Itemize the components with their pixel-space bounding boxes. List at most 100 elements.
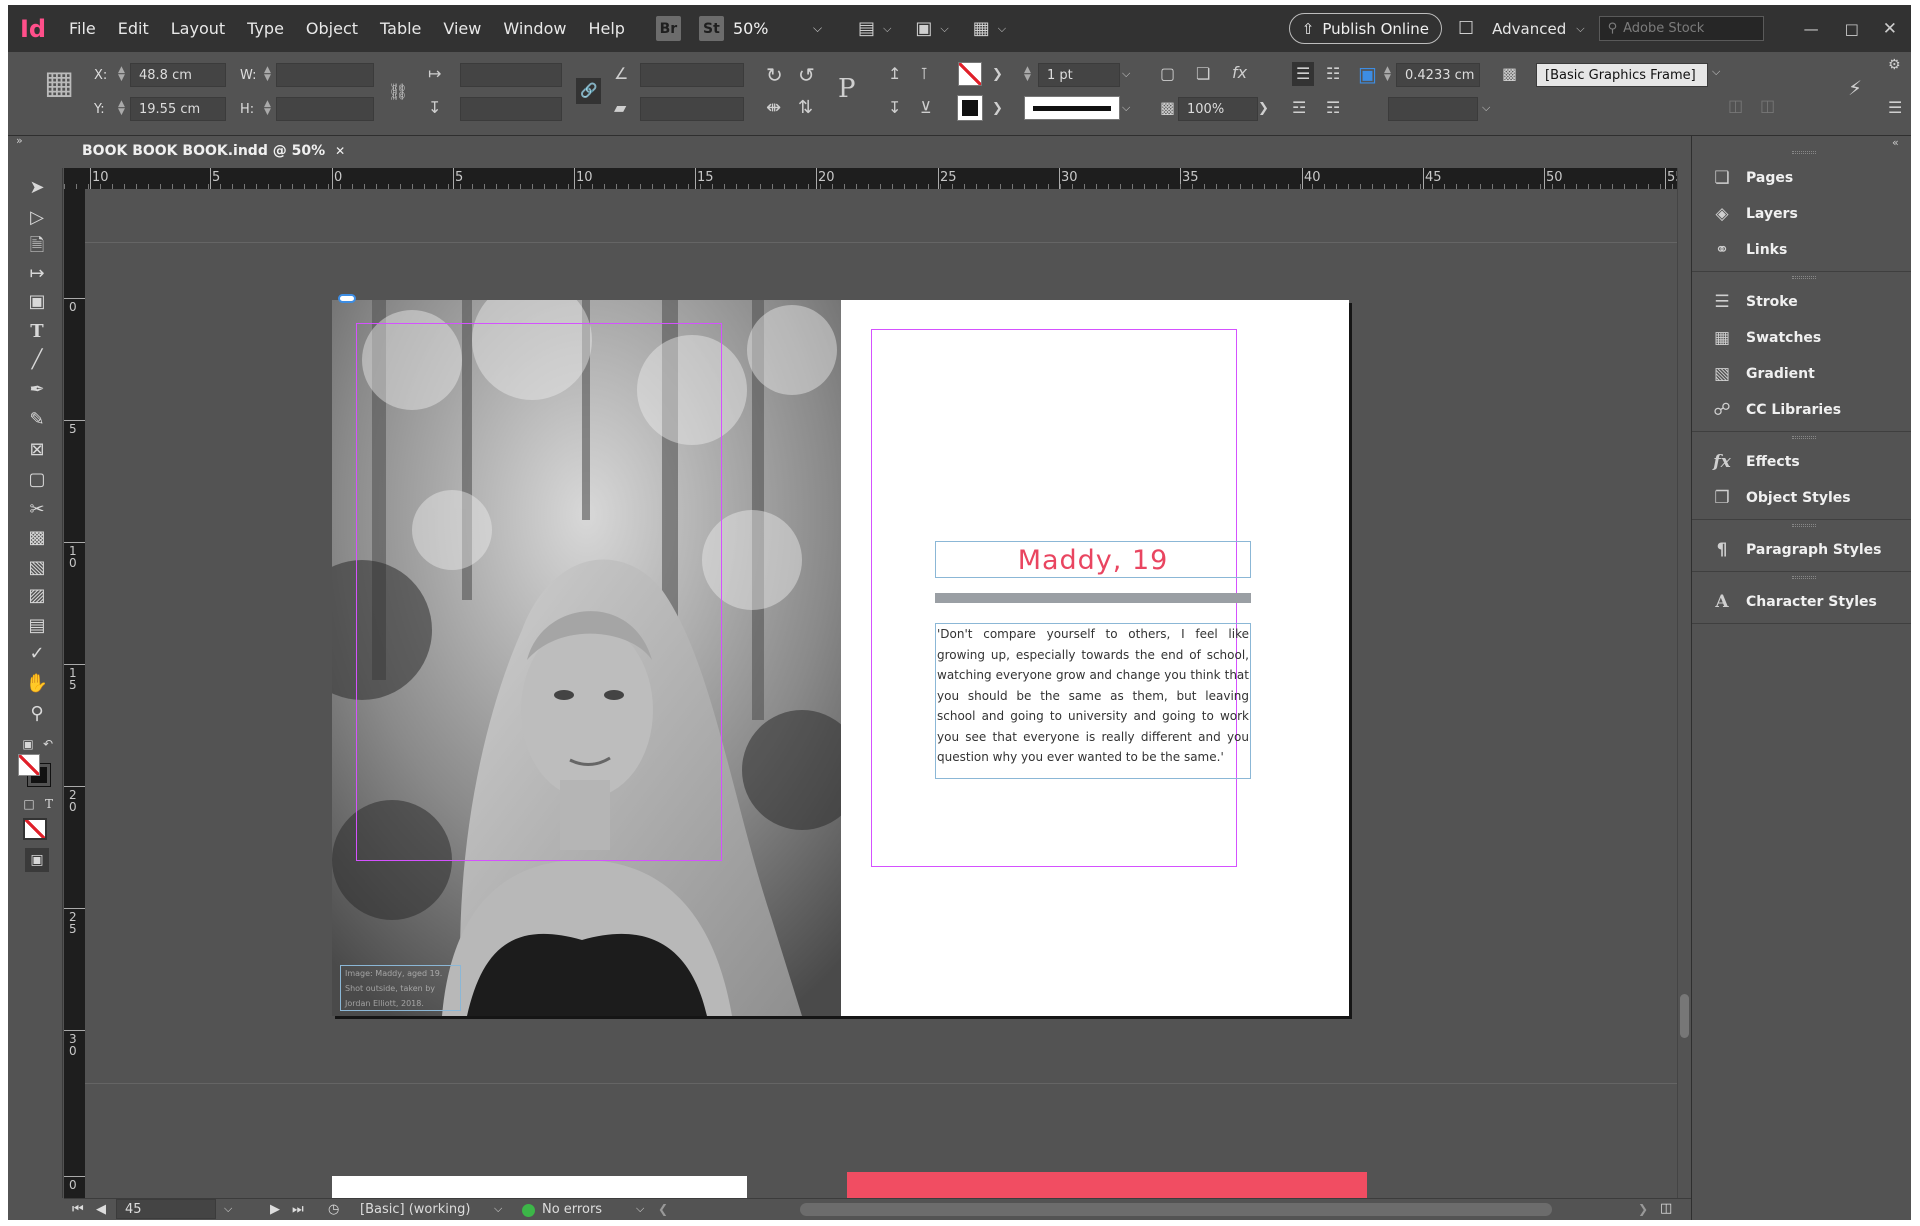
fill-swatch[interactable] — [958, 62, 982, 86]
direct-selection-tool-icon[interactable]: ▷ — [25, 206, 49, 230]
quick-apply-icon[interactable]: ⚡ — [1848, 78, 1862, 98]
menu-edit[interactable]: Edit — [107, 19, 160, 38]
stroke-weight-dropdown-icon[interactable]: ⌵ — [1122, 68, 1130, 79]
menu-layout[interactable]: Layout — [160, 19, 236, 38]
text-wrap-bounding-icon[interactable]: ☷ — [1326, 66, 1340, 82]
paragraph-style-field[interactable] — [1388, 97, 1478, 121]
stroke-swatch[interactable] — [957, 95, 983, 121]
panel-layers[interactable]: ◈ Layers — [1710, 200, 1797, 228]
clear-overrides-icon[interactable]: ◫ — [1728, 98, 1743, 114]
panel-swatches[interactable]: ▦ Swatches — [1710, 324, 1821, 352]
paragraph-style-dropdown-icon[interactable]: ⌵ — [1482, 102, 1490, 113]
text-wrap-none-icon[interactable]: ☰ — [1292, 62, 1315, 86]
panel-gradient[interactable]: ▧ Gradient — [1710, 360, 1815, 388]
document-canvas[interactable]: Image: Maddy, aged 19. Shot outside, tak… — [85, 189, 1677, 1198]
zoom-tool-icon[interactable]: ⚲ — [25, 702, 49, 726]
y-spinner[interactable]: ▲ ▼ — [118, 100, 125, 117]
menu-view[interactable]: View — [432, 19, 492, 38]
panel-pages[interactable]: ❏ Pages — [1710, 164, 1793, 192]
constrain-scale-icon[interactable]: 🔗 — [576, 78, 602, 104]
select-container-icon[interactable]: ↥ — [888, 66, 901, 82]
close-tab-icon[interactable]: ✕ — [335, 144, 345, 158]
stroke-menu-icon[interactable]: ❯ — [992, 102, 1003, 115]
horizontal-scroll-thumb[interactable] — [800, 1203, 1552, 1216]
close-window-icon[interactable]: ✕ — [1883, 19, 1897, 39]
note-tool-icon[interactable]: ▤ — [25, 614, 49, 638]
line-tool-icon[interactable]: ╱ — [25, 348, 49, 372]
free-transform-tool-icon[interactable]: ▩ — [25, 526, 49, 550]
minimize-icon[interactable]: — — [1804, 20, 1819, 38]
width-field[interactable] — [276, 63, 374, 87]
previous-page-icon[interactable]: ◀ — [96, 1202, 106, 1217]
menu-help[interactable]: Help — [577, 19, 635, 38]
panel-character-styles[interactable]: A Character Styles — [1710, 588, 1876, 616]
workspace-switcher[interactable]: Advanced — [1492, 20, 1566, 38]
offset-spinner[interactable]: ▲ ▼ — [1384, 66, 1391, 83]
panel-paragraph-styles[interactable]: ¶ Paragraph Styles — [1710, 536, 1882, 564]
redefine-style-icon[interactable]: ◫ — [1760, 98, 1775, 114]
zoom-dropdown-icon[interactable]: ⌵ — [813, 21, 822, 36]
first-page-icon[interactable]: ⏮ — [72, 1202, 84, 1217]
fill-tool-swatch[interactable] — [18, 754, 40, 776]
object-style-field[interactable]: [Basic Graphics Frame] — [1536, 63, 1708, 87]
control-settings-icon[interactable]: ⚙ — [1888, 58, 1901, 72]
panel-stroke[interactable]: ☰ Stroke — [1710, 288, 1797, 316]
panel-group-grip-2[interactable] — [1792, 276, 1816, 279]
offset-field[interactable]: 0.4233 cm — [1396, 63, 1480, 87]
text-wrap-shape-icon[interactable]: ☲ — [1292, 100, 1306, 116]
horizontal-ruler[interactable]: 1050510152025303540455055 — [64, 168, 1677, 189]
share-for-review-icon[interactable]: ☐ — [1458, 19, 1474, 38]
eyedropper-tool-icon[interactable]: ✓ — [25, 642, 49, 666]
select-next-object-icon[interactable]: ⊻ — [920, 100, 932, 116]
y-position-field[interactable]: 19.55 cm — [130, 97, 226, 121]
panel-links[interactable]: ⚭ Links — [1710, 236, 1787, 264]
panel-group-grip-5[interactable] — [1792, 576, 1816, 579]
opacity-menu-icon[interactable]: ❯ — [1258, 102, 1269, 115]
maximize-icon[interactable]: □ — [1845, 20, 1859, 38]
h-spinner[interactable]: ▲ ▼ — [264, 100, 271, 117]
left-page-photo[interactable]: Image: Maddy, aged 19. Shot outside, tak… — [332, 300, 841, 1016]
panel-group-grip-4[interactable] — [1792, 524, 1816, 527]
effects-fx-icon[interactable]: fx — [1232, 65, 1247, 81]
preflight-status[interactable]: No errors — [542, 1202, 602, 1217]
vertical-ruler[interactable]: 0 5 10 15 20 25 30 0 — [64, 189, 85, 1198]
flip-horizontal-icon[interactable]: ⇼ — [766, 99, 781, 117]
document-tab[interactable]: BOOK BOOK BOOK.indd @ 50% ✕ — [70, 136, 358, 168]
text-wrap-jump-icon[interactable]: ☶ — [1326, 100, 1340, 116]
adobe-stock-search[interactable]: ⚲ Adobe Stock — [1598, 16, 1764, 41]
view-options-icon[interactable]: ▣ — [915, 19, 932, 38]
panel-group-grip[interactable] — [1792, 151, 1816, 154]
page-tool-icon[interactable]: 🗎 — [25, 234, 49, 258]
control-menu-icon[interactable]: ☰ — [1888, 100, 1902, 116]
opacity-field[interactable]: 100% — [1178, 97, 1258, 121]
height-field[interactable] — [276, 97, 374, 121]
screen-mode-tool-icon[interactable]: ▣ — [25, 848, 49, 872]
select-content-icon[interactable]: ↧ — [888, 100, 901, 116]
open-document-icon[interactable]: ◷ — [328, 1202, 339, 1217]
view-options-dropdown-icon[interactable]: ⌵ — [940, 22, 948, 36]
stroke-weight-spinner[interactable]: ▲ ▼ — [1024, 66, 1031, 83]
last-page-icon[interactable]: ⏭ — [292, 1202, 304, 1217]
content-collector-icon[interactable]: ▣ — [25, 290, 49, 314]
reference-point-icon[interactable]: ▦ — [44, 66, 74, 98]
preflight-dropdown-icon[interactable]: ⌵ — [636, 1202, 644, 1216]
panel-group-grip-3[interactable] — [1792, 436, 1816, 439]
stroke-type-dropdown-icon[interactable]: ⌵ — [1122, 102, 1130, 113]
scale-y-field[interactable] — [460, 97, 562, 121]
drop-shadow-icon[interactable]: ❏ — [1196, 66, 1210, 82]
screen-mode-dropdown-icon[interactable]: ⌵ — [883, 22, 891, 36]
quote-text-frame[interactable]: 'Don't compare yourself to others, I fee… — [935, 623, 1251, 779]
workspace-dropdown-icon[interactable]: ⌵ — [1576, 22, 1584, 36]
preflight-profile[interactable]: [Basic] (working) — [360, 1202, 470, 1217]
corner-options-icon[interactable]: ▢ — [1160, 66, 1175, 82]
object-style-dropdown-icon[interactable]: ⌵ — [1712, 66, 1720, 77]
vertical-scroll-thumb[interactable] — [1680, 994, 1689, 1038]
x-spinner[interactable]: ▲ ▼ — [118, 66, 125, 83]
frame-fitting-icon[interactable]: ▩ — [1502, 66, 1517, 82]
screen-mode-icon[interactable]: ▤ — [858, 19, 875, 38]
menu-table[interactable]: Table — [369, 19, 432, 38]
constrain-proportions-icon[interactable]: ⛓ — [388, 84, 408, 100]
page-number-field[interactable]: 45 — [116, 1199, 216, 1219]
apply-none-icon[interactable] — [23, 818, 47, 840]
pencil-tool-icon[interactable]: ✎ — [25, 408, 49, 432]
